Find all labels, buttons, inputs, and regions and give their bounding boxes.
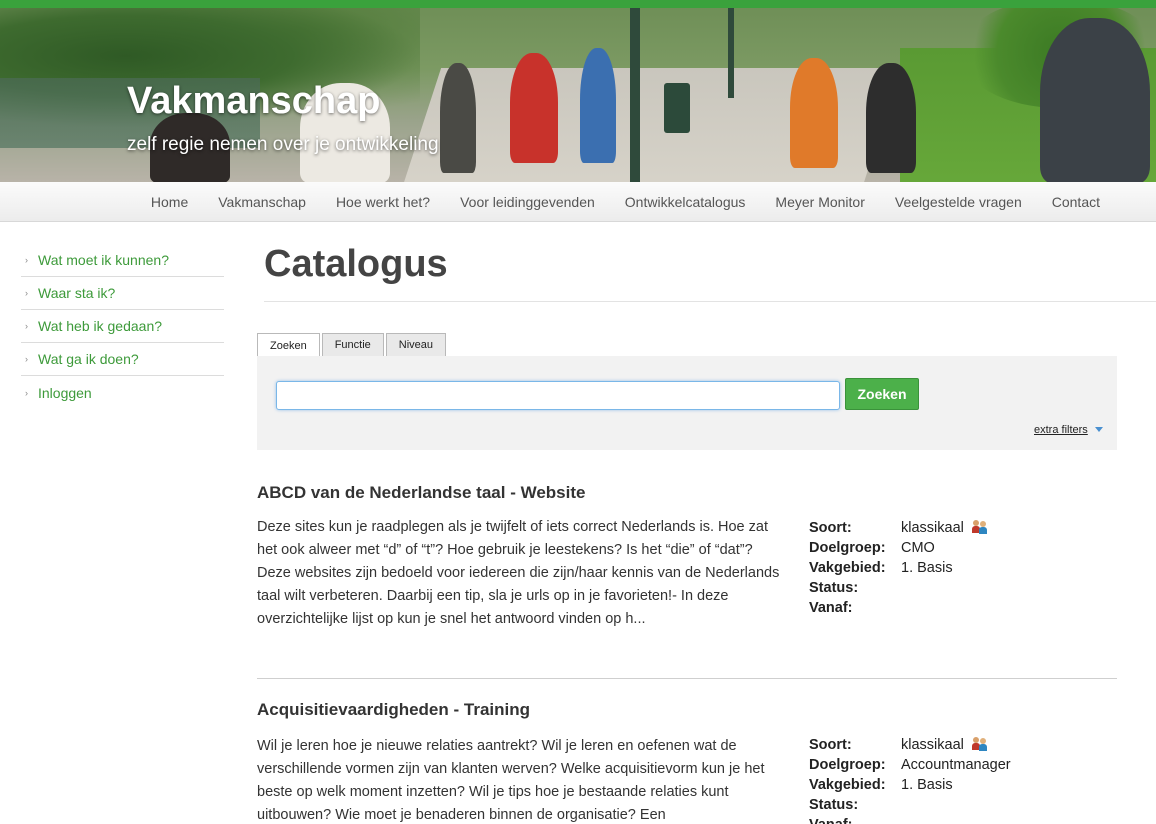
result-divider bbox=[257, 678, 1117, 679]
banner-photo-cyclist bbox=[1040, 18, 1150, 182]
meta-label-vakgebied: Vakgebied: bbox=[809, 560, 886, 576]
meta-label-status: Status: bbox=[809, 797, 859, 813]
sidebar-item-label: Wat ga ik doen? bbox=[38, 351, 139, 367]
banner-photo-cyclist bbox=[866, 63, 916, 173]
result-title[interactable]: Acquisitievaardigheden - Training bbox=[257, 700, 1117, 720]
sidebar-item-label: Wat heb ik gedaan? bbox=[38, 318, 163, 334]
nav-item-home[interactable]: Home bbox=[136, 194, 203, 210]
banner-photo-bin bbox=[664, 83, 690, 133]
banner-photo-person bbox=[510, 53, 558, 163]
nav-item-hoe-werkt-het[interactable]: Hoe werkt het? bbox=[321, 194, 445, 210]
page-title: Catalogus bbox=[264, 243, 448, 285]
tab-functie[interactable]: Functie bbox=[321, 333, 384, 356]
nav-item-meyer-monitor[interactable]: Meyer Monitor bbox=[760, 194, 879, 210]
sidebar-item-wat-moet-ik-kunnen[interactable]: › Wat moet ik kunnen? bbox=[21, 244, 224, 277]
sidebar-item-wat-ga-ik-doen[interactable]: › Wat ga ik doen? bbox=[21, 343, 224, 376]
site-title[interactable]: Vakmanschap bbox=[127, 80, 380, 123]
nav-item-voor-leidinggevenden[interactable]: Voor leidinggevenden bbox=[445, 194, 610, 210]
meta-label-soort: Soort: bbox=[809, 737, 852, 753]
search-panel: Zoeken extra filters bbox=[257, 356, 1117, 450]
meta-label-vanaf: Vanaf: bbox=[809, 600, 853, 616]
group-people-icon bbox=[971, 737, 988, 751]
meta-label-status: Status: bbox=[809, 580, 859, 596]
meta-value-vakgebied: 1. Basis bbox=[901, 777, 953, 793]
meta-label-soort: Soort: bbox=[809, 520, 852, 536]
search-button[interactable]: Zoeken bbox=[845, 378, 919, 410]
result-meta: Soort: klassikaal Doelgroep: CMO Vakgebi… bbox=[809, 518, 988, 618]
sidebar-item-inloggen[interactable]: › Inloggen bbox=[21, 376, 224, 409]
catalog-result: ABCD van de Nederlandse taal - Website D… bbox=[257, 483, 1117, 627]
banner-photo-lamppost bbox=[728, 8, 734, 98]
nav-item-veelgestelde-vragen[interactable]: Veelgestelde vragen bbox=[880, 194, 1037, 210]
meta-label-doelgroep: Doelgroep: bbox=[809, 757, 886, 773]
top-accent-bar bbox=[0, 0, 1156, 8]
result-description: Deze sites kun je raadplegen als je twij… bbox=[257, 519, 780, 627]
sidebar-menu: › Wat moet ik kunnen? › Waar sta ik? › W… bbox=[21, 244, 224, 409]
meta-value-soort: klassikaal bbox=[901, 737, 964, 753]
chevron-right-icon: › bbox=[25, 321, 28, 331]
tab-niveau[interactable]: Niveau bbox=[385, 333, 447, 356]
nav-item-ontwikkelcatalogus[interactable]: Ontwikkelcatalogus bbox=[610, 194, 761, 210]
chevron-right-icon: › bbox=[25, 354, 28, 364]
result-description: Wil je leren hoe je nieuwe relaties aant… bbox=[257, 738, 765, 823]
result-title[interactable]: ABCD van de Nederlandse taal - Website bbox=[257, 483, 1117, 503]
nav-item-vakmanschap[interactable]: Vakmanschap bbox=[203, 194, 321, 210]
sidebar-item-waar-sta-ik[interactable]: › Waar sta ik? bbox=[21, 277, 224, 310]
banner-photo-person bbox=[580, 48, 616, 163]
sidebar-item-label: Wat moet ik kunnen? bbox=[38, 252, 169, 268]
search-input[interactable] bbox=[276, 381, 840, 410]
meta-value-doelgroep: Accountmanager bbox=[901, 757, 1011, 773]
header-banner: Vakmanschap zelf regie nemen over je ont… bbox=[0, 8, 1156, 182]
title-divider bbox=[264, 301, 1156, 302]
chevron-right-icon: › bbox=[25, 255, 28, 265]
meta-label-vanaf: Vanaf: bbox=[809, 815, 901, 824]
catalog-tabs: Zoeken Functie Niveau bbox=[257, 333, 448, 357]
nav-item-contact[interactable]: Contact bbox=[1037, 194, 1115, 210]
sidebar-item-wat-heb-ik-gedaan[interactable]: › Wat heb ik gedaan? bbox=[21, 310, 224, 343]
sidebar-item-label: Waar sta ik? bbox=[38, 285, 116, 301]
site-tagline: zelf regie nemen over je ontwikkeling bbox=[127, 134, 439, 155]
meta-value-soort: klassikaal bbox=[901, 520, 964, 536]
group-people-icon bbox=[971, 520, 988, 534]
chevron-right-icon: › bbox=[25, 288, 28, 298]
banner-photo-lamppost bbox=[630, 8, 640, 182]
meta-value-vakgebied: 1. Basis bbox=[901, 560, 953, 576]
meta-label-vakgebied: Vakgebied: bbox=[809, 777, 886, 793]
meta-value-doelgroep: CMO bbox=[901, 540, 935, 556]
chevron-down-icon[interactable] bbox=[1095, 427, 1103, 432]
main-navigation: Home Vakmanschap Hoe werkt het? Voor lei… bbox=[0, 182, 1156, 222]
tab-zoeken[interactable]: Zoeken bbox=[257, 333, 320, 357]
meta-label-doelgroep: Doelgroep: bbox=[809, 540, 886, 556]
extra-filters-link[interactable]: extra filters bbox=[1034, 424, 1088, 436]
catalog-result: Acquisitievaardigheden - Training Wil je… bbox=[257, 700, 1117, 824]
sidebar-item-label: Inloggen bbox=[38, 384, 92, 401]
chevron-right-icon: › bbox=[25, 387, 28, 398]
banner-photo-cyclist bbox=[790, 58, 838, 168]
banner-photo-person bbox=[440, 63, 476, 173]
result-meta: Soort: klassikaal Doelgroep: Accountmana… bbox=[809, 735, 1011, 824]
